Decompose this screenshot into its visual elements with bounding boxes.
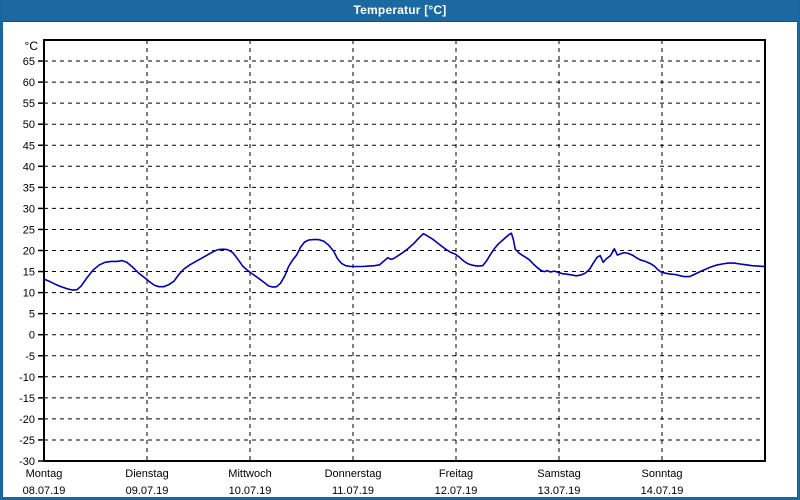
y-tick-label: 25 [23,224,35,236]
temperature-series-line [44,233,764,290]
x-day-label: Donnerstag [325,468,382,480]
y-tick-label: 40 [23,161,35,173]
y-tick-label: -10 [19,372,35,384]
y-tick-label: -15 [19,393,35,405]
y-tick-label: -25 [19,435,35,447]
x-date-label: 10.07.19 [229,485,272,497]
y-tick-label: 15 [23,267,35,279]
x-day-label: Montag [26,468,63,480]
y-tick-label: 10 [23,288,35,300]
x-day-label: Dienstag [125,468,168,480]
y-tick-label: -30 [19,456,35,468]
x-day-label: Samstag [537,468,580,480]
temperature-chart: 65605550454035302520151050-5-10-15-20-25… [3,0,800,500]
x-date-label: 13.07.19 [538,485,581,497]
chart-window: Temperatur [°C] 656055504540353025201510… [0,0,800,500]
x-date-label: 08.07.19 [23,485,66,497]
y-tick-label: -20 [19,414,35,426]
y-tick-label: 60 [23,77,35,89]
x-date-label: 12.07.19 [435,485,478,497]
y-tick-label: 35 [23,182,35,194]
y-tick-label: 50 [23,119,35,131]
y-tick-label: 30 [23,203,35,215]
y-tick-label: 55 [23,98,35,110]
y-tick-label: -5 [25,351,35,363]
y-tick-label: 0 [29,330,35,342]
x-day-label: Sonntag [642,468,683,480]
x-date-label: 09.07.19 [126,485,169,497]
y-axis-unit-label: °C [25,39,39,53]
x-day-label: Freitag [439,468,473,480]
y-tick-label: 45 [23,140,35,152]
x-date-label: 11.07.19 [332,485,374,497]
x-day-label: Mittwoch [228,468,271,480]
y-tick-label: 5 [29,309,35,321]
x-date-label: 14.07.19 [641,485,684,497]
y-tick-label: 20 [23,246,35,258]
y-tick-label: 65 [23,56,35,68]
